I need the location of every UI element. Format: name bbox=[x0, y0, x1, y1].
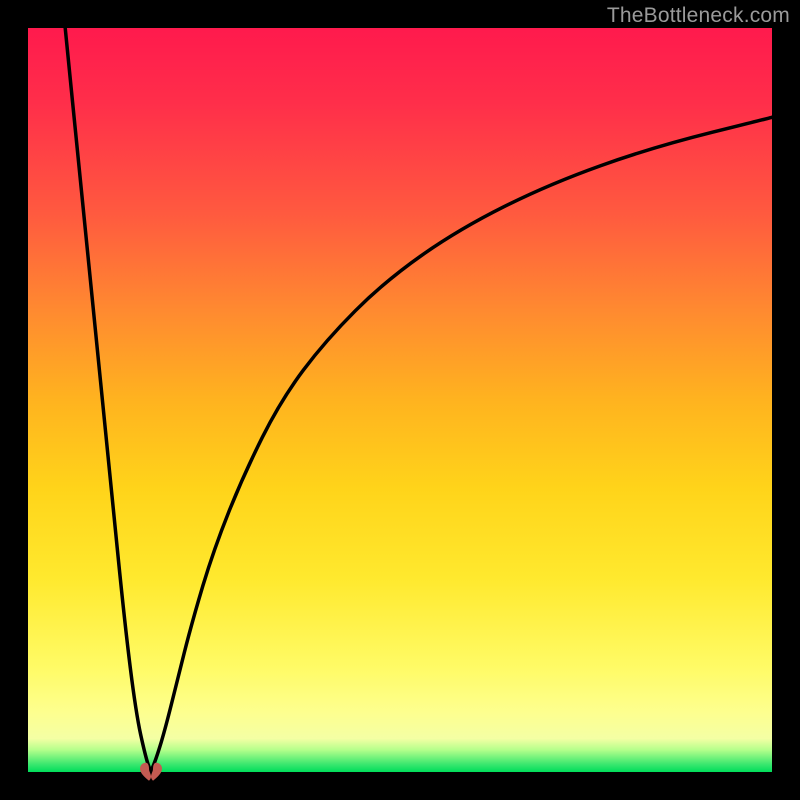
heart-right-lobe bbox=[151, 763, 162, 781]
site-watermark: TheBottleneck.com bbox=[607, 4, 790, 28]
heart-left-lobe bbox=[140, 763, 151, 781]
chart-frame: TheBottleneck.com bbox=[0, 0, 800, 800]
curve-path bbox=[65, 28, 772, 772]
plot-area bbox=[28, 28, 772, 772]
heart-marker-icon bbox=[138, 759, 164, 783]
bottleneck-curve bbox=[28, 28, 772, 772]
